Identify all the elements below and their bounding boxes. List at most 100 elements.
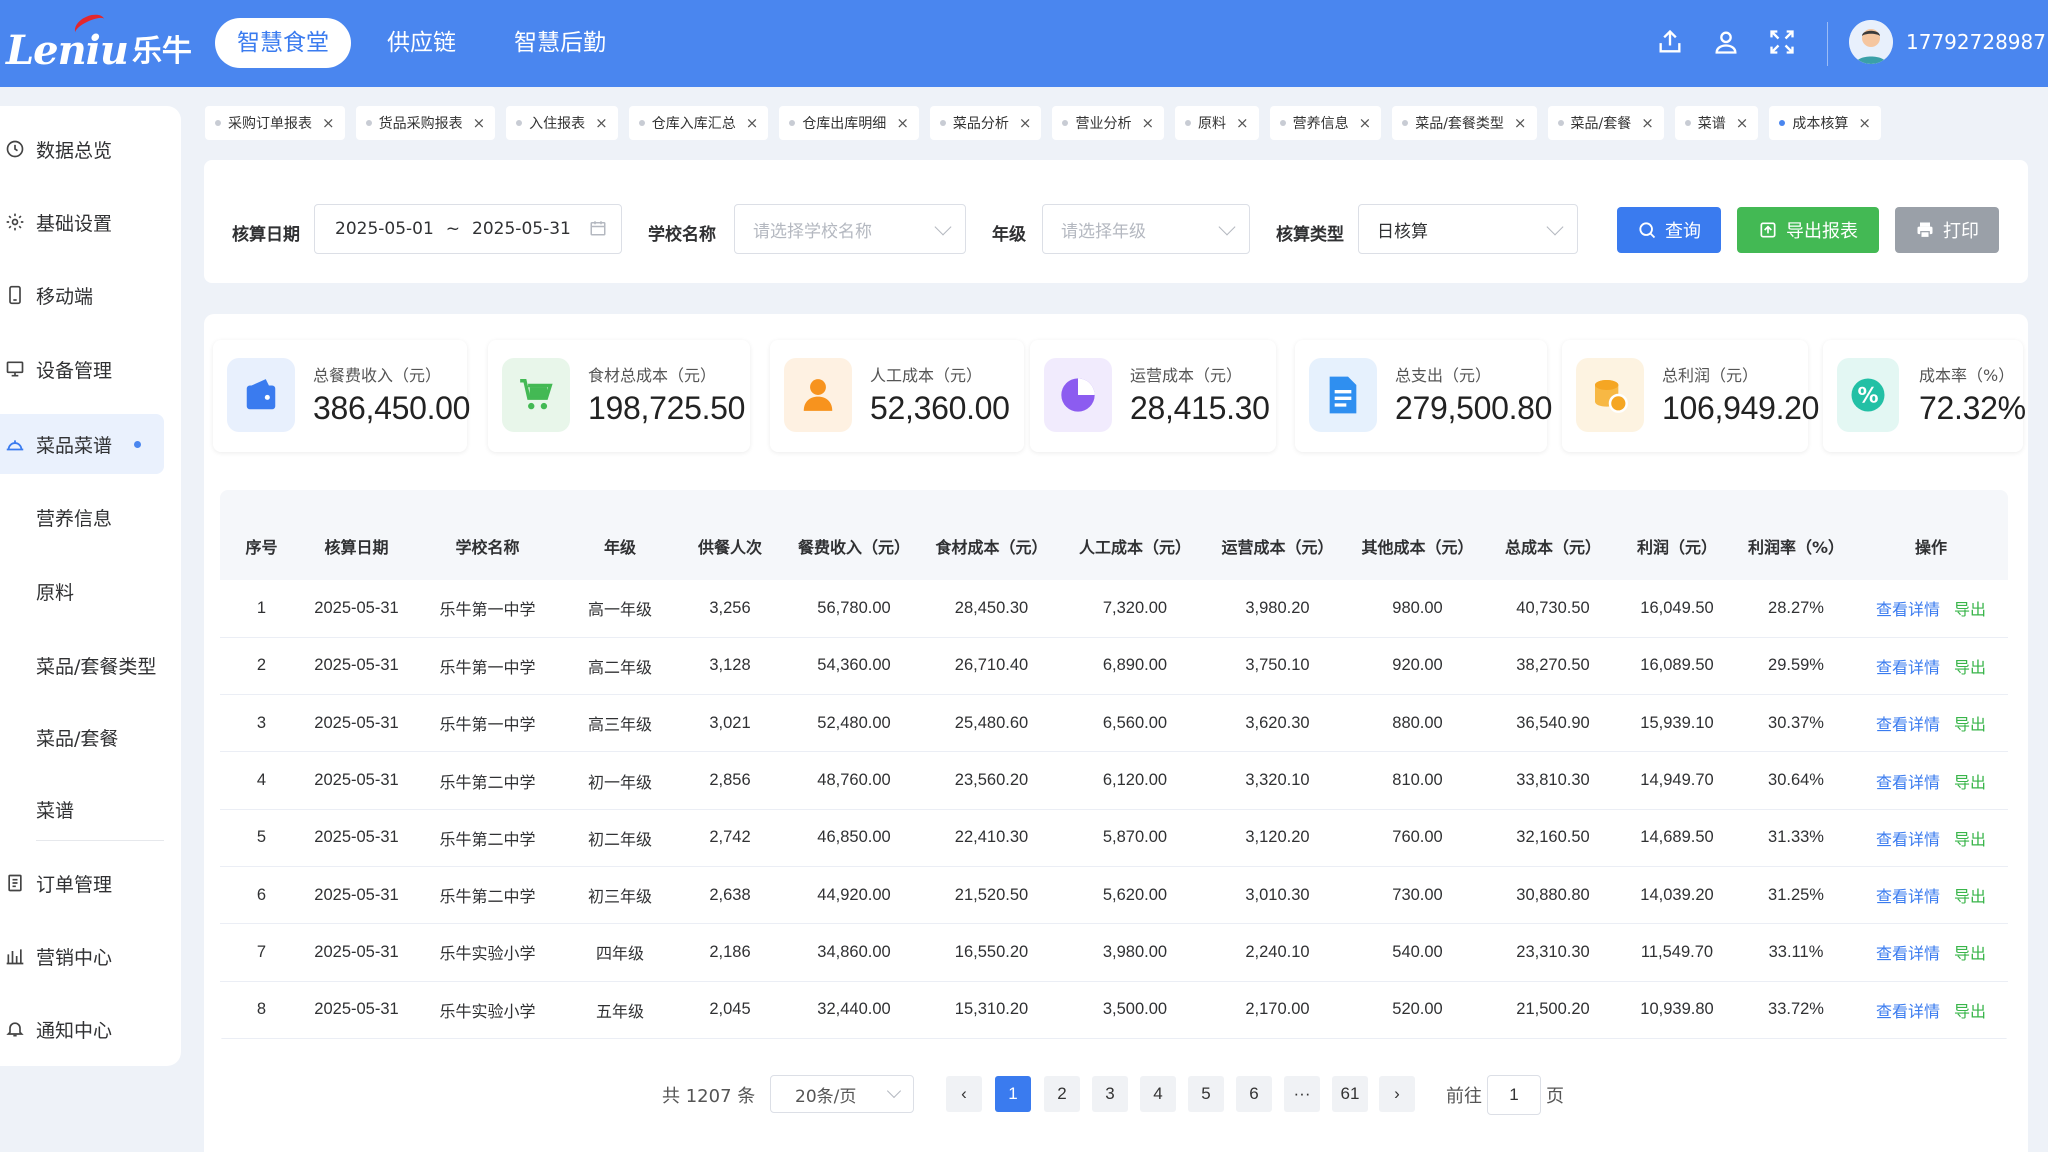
view-detail-link[interactable]: 查看详情 <box>1876 658 1940 677</box>
goto-page-input[interactable]: 1 <box>1487 1075 1541 1115</box>
clock-icon <box>4 138 26 160</box>
view-detail-link[interactable]: 查看详情 <box>1876 887 1940 906</box>
sidebar-item-dish-sets[interactable]: 菜品/套餐 <box>0 707 181 767</box>
export-row-link[interactable]: 导出 <box>1954 830 1986 849</box>
close-icon[interactable]: × <box>1141 114 1154 132</box>
table-row: 2 2025-05-31 乐牛第一中学 高二年级 3,128 54,360.00 26,71… <box>220 637 2008 695</box>
tab-nutrition[interactable]: 营养信息 × <box>1269 106 1382 140</box>
date-range-picker[interactable]: 2025-05-01 ~ 2025-05-31 <box>314 204 622 254</box>
export-report-button[interactable]: 导出报表 <box>1737 207 1879 253</box>
share-icon[interactable] <box>1654 26 1686 58</box>
tab-ingredients[interactable]: 原料 × <box>1175 106 1259 140</box>
table-row: 6 2025-05-31 乐牛第二中学 初三年级 2,638 44,920.00 21,52… <box>220 866 2008 924</box>
close-icon[interactable]: × <box>1019 114 1032 132</box>
stat-card-total-profit: 总利润（元） 106,949.20 <box>1562 340 1819 452</box>
page-5[interactable]: 5 <box>1188 1076 1224 1112</box>
sidebar-item-devices[interactable]: 设备管理 <box>0 339 181 399</box>
view-detail-link[interactable]: 查看详情 <box>1876 1002 1940 1021</box>
close-icon[interactable]: × <box>595 114 608 132</box>
tab-warehouse-out-detail[interactable]: 仓库出库明细 × <box>779 106 919 140</box>
order-icon <box>4 872 26 894</box>
export-row-link[interactable]: 导出 <box>1954 658 1986 677</box>
search-icon <box>1639 222 1656 239</box>
view-detail-link[interactable]: 查看详情 <box>1876 715 1940 734</box>
tab-recipes[interactable]: 菜谱 × <box>1674 106 1759 140</box>
sidebar-item-notifications[interactable]: 通知中心 <box>0 999 181 1059</box>
page-61[interactable]: 61 <box>1332 1076 1368 1112</box>
table-row: 1 2025-05-31 乐牛第一中学 高一年级 3,256 56,780.00 28,45… <box>220 580 2008 638</box>
page-4[interactable]: 4 <box>1140 1076 1176 1112</box>
tab-dish-sets[interactable]: 菜品/套餐 × <box>1547 106 1664 140</box>
view-detail-link[interactable]: 查看详情 <box>1876 944 1940 963</box>
tab-dish-set-types[interactable]: 菜品/套餐类型 × <box>1392 106 1537 140</box>
close-icon[interactable]: × <box>1359 114 1372 132</box>
close-icon[interactable]: × <box>896 114 909 132</box>
query-button[interactable]: 查询 <box>1617 207 1721 253</box>
sidebar-item-nutrition[interactable]: 营养信息 <box>0 487 181 547</box>
sidebar-item-ingredients[interactable]: 原料 <box>0 561 181 621</box>
goto-unit: 页 <box>1546 1086 1564 1107</box>
type-label: 核算类型 <box>1276 225 1344 245</box>
view-detail-link[interactable]: 查看详情 <box>1876 830 1940 849</box>
tab-goods-purchase-report[interactable]: 货品采购报表 × <box>355 106 496 140</box>
table-row: 4 2025-05-31 乐牛第二中学 初一年级 2,856 48,760.00 23,56… <box>220 752 2008 810</box>
monitor-icon <box>4 358 26 380</box>
page-3[interactable]: 3 <box>1092 1076 1128 1112</box>
page-ellipsis[interactable]: ··· <box>1284 1076 1320 1112</box>
close-icon[interactable]: × <box>1641 114 1654 132</box>
export-row-link[interactable]: 导出 <box>1954 715 1986 734</box>
close-icon[interactable]: × <box>473 114 486 132</box>
close-icon[interactable]: × <box>322 114 335 132</box>
export-row-link[interactable]: 导出 <box>1954 887 1986 906</box>
close-icon[interactable]: × <box>1858 114 1871 132</box>
print-button[interactable]: 打印 <box>1895 207 1999 253</box>
fullscreen-icon[interactable] <box>1766 26 1798 58</box>
stat-card-food-cost: 食材总成本（元） 198,725.50 <box>488 340 750 452</box>
close-icon[interactable]: × <box>746 114 759 132</box>
export-row-link[interactable]: 导出 <box>1954 1002 1986 1021</box>
tab-warehouse-in-summary[interactable]: 仓库入库汇总 × <box>628 106 769 140</box>
prev-page-button[interactable]: ‹ <box>946 1076 982 1112</box>
page-1[interactable]: 1 <box>995 1076 1031 1112</box>
page-6[interactable]: 6 <box>1236 1076 1272 1112</box>
sidebar-item-dishes-recipes[interactable]: 菜品菜谱 <box>0 414 164 474</box>
sidebar-item-basic-settings[interactable]: 基础设置 <box>0 192 181 252</box>
brand-logo[interactable]: Leniu 乐牛 <box>6 10 192 74</box>
chevron-down-icon <box>1218 218 1236 236</box>
tab-cost-accounting[interactable]: 成本核算 × <box>1769 106 1881 140</box>
sidebar-item-overview[interactable]: 数据总览 <box>0 119 181 179</box>
close-icon[interactable]: × <box>1736 114 1749 132</box>
accounting-type-select[interactable]: 日核算 <box>1358 204 1578 254</box>
export-row-link[interactable]: 导出 <box>1954 773 1986 792</box>
user-phone[interactable]: 17792728987 <box>1906 30 2046 54</box>
grade-select[interactable]: 请选择年级 <box>1042 204 1250 254</box>
view-detail-link[interactable]: 查看详情 <box>1876 600 1940 619</box>
sidebar-item-recipes[interactable]: 菜谱 <box>0 779 181 839</box>
person-icon <box>784 358 852 432</box>
tab-dish-analysis[interactable]: 菜品分析 × <box>929 106 1042 140</box>
sidebar-item-dish-set-types[interactable]: 菜品/套餐类型 <box>0 635 181 695</box>
close-icon[interactable]: × <box>1236 114 1249 132</box>
view-detail-link[interactable]: 查看详情 <box>1876 773 1940 792</box>
tab-purchase-order-report[interactable]: 采购订单报表 × <box>205 106 345 140</box>
user-icon[interactable] <box>1710 26 1742 58</box>
nav-smart-canteen[interactable]: 智慧食堂 <box>215 18 351 68</box>
nav-supply-chain[interactable]: 供应链 <box>365 18 478 68</box>
export-row-link[interactable]: 导出 <box>1954 600 1986 619</box>
chevron-down-icon <box>1546 218 1564 236</box>
tab-business-analysis[interactable]: 营业分析 × <box>1052 106 1165 140</box>
nav-smart-logistics[interactable]: 智慧后勤 <box>492 18 628 68</box>
chevron-down-icon <box>886 1083 902 1099</box>
next-page-button[interactable]: › <box>1379 1076 1415 1112</box>
table-row: 7 2025-05-31 乐牛实验小学 四年级 2,186 34,860.00 16,550… <box>220 924 2008 982</box>
sidebar-item-orders[interactable]: 订单管理 <box>0 853 181 913</box>
sidebar-item-marketing[interactable]: 营销中心 <box>0 926 181 986</box>
avatar[interactable] <box>1849 20 1893 64</box>
sidebar-item-mobile[interactable]: 移动端 <box>0 265 181 325</box>
close-icon[interactable]: × <box>1514 114 1527 132</box>
page-2[interactable]: 2 <box>1044 1076 1080 1112</box>
page-size-select[interactable]: 20条/页 <box>770 1075 914 1113</box>
school-select[interactable]: 请选择学校名称 <box>734 204 966 254</box>
tab-checkin-report[interactable]: 入住报表 × <box>506 106 618 140</box>
export-row-link[interactable]: 导出 <box>1954 944 1986 963</box>
